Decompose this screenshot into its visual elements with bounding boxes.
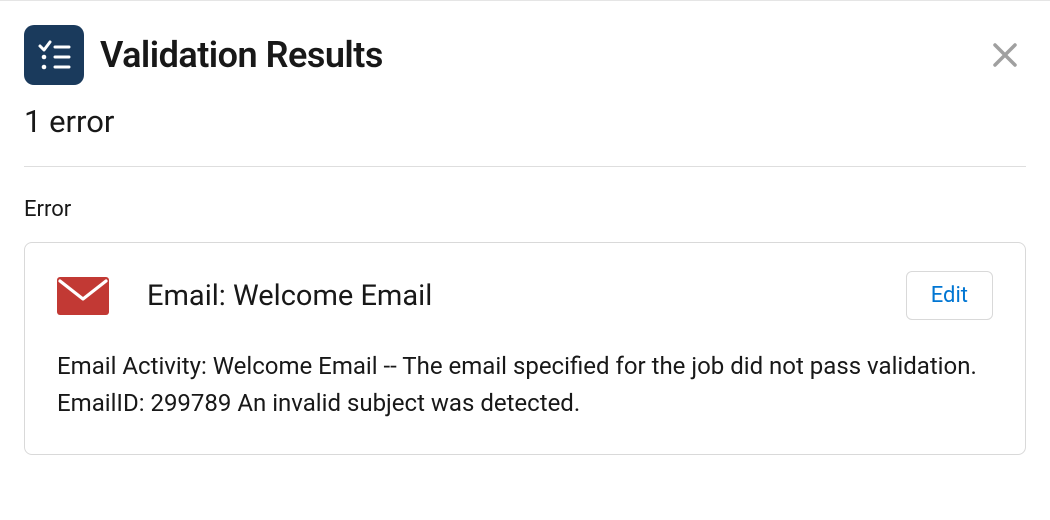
email-icon: [57, 277, 109, 315]
error-title: Email: Welcome Email: [147, 279, 432, 313]
page-title: Validation Results: [100, 34, 383, 76]
error-message: Email Activity: Welcome Email -- The ema…: [57, 348, 993, 422]
section-label: Error: [24, 197, 1026, 222]
validation-results-badge: [24, 25, 84, 85]
header-row: Validation Results: [24, 25, 1026, 85]
error-count: 1 error: [24, 103, 1026, 140]
edit-button[interactable]: Edit: [906, 271, 993, 320]
error-card-header: Email: Welcome Email Edit: [57, 271, 993, 320]
checklist-icon: [35, 36, 73, 74]
close-button[interactable]: [984, 34, 1026, 76]
header-left: Validation Results: [24, 25, 383, 85]
close-icon: [990, 40, 1020, 70]
error-card-left: Email: Welcome Email: [57, 277, 432, 315]
validation-results-panel: Validation Results 1 error Error Email: …: [0, 0, 1050, 455]
divider: [24, 166, 1026, 167]
error-card: Email: Welcome Email Edit Email Activity…: [24, 242, 1026, 455]
